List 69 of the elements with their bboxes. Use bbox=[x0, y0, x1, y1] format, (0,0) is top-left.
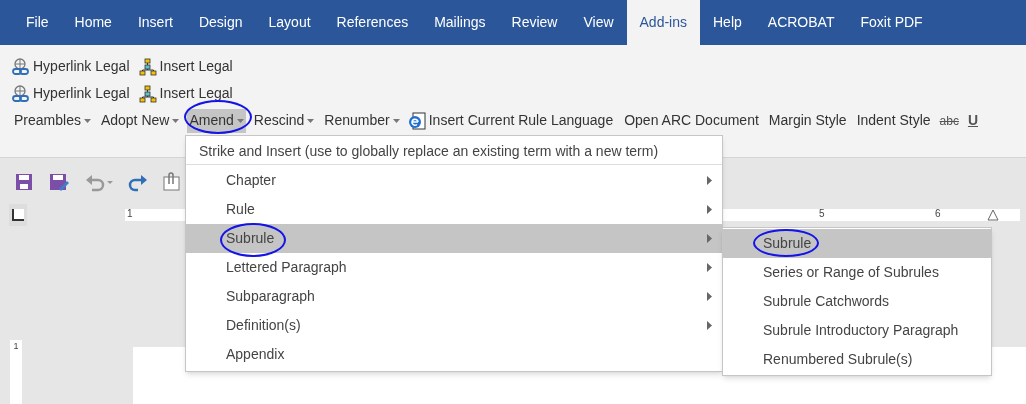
menu-item[interactable]: Appendix bbox=[186, 340, 722, 369]
dropdown-button[interactable]: Rescind bbox=[251, 108, 317, 133]
hierarchy-icon bbox=[138, 57, 157, 76]
ribbon-button[interactable]: Insert Current Rule Language bbox=[407, 108, 617, 133]
ribbon-tab[interactable]: File bbox=[13, 0, 62, 45]
caret-icon bbox=[236, 118, 244, 123]
ribbon-tab[interactable]: Add-ins bbox=[626, 0, 700, 45]
ribbon-tab[interactable]: Home bbox=[61, 0, 125, 45]
ribbon-tab[interactable]: ACROBAT bbox=[754, 0, 848, 45]
ribbon-tab[interactable]: Layout bbox=[255, 0, 324, 45]
menu-item[interactable]: Series or Range of Subrules bbox=[723, 258, 991, 287]
caret-icon bbox=[172, 118, 180, 123]
dropdown-button[interactable]: Preambles bbox=[12, 108, 93, 133]
annotation-circle bbox=[184, 100, 252, 134]
menu-item[interactable]: Subrule bbox=[723, 229, 991, 258]
dropdown-button[interactable]: Renumber bbox=[322, 108, 402, 133]
annotation-circle bbox=[220, 223, 286, 257]
menu-item[interactable]: Rule bbox=[186, 195, 722, 224]
underline-button[interactable]: U bbox=[965, 108, 981, 133]
attach-icon[interactable] bbox=[162, 172, 182, 192]
link-globe-icon bbox=[12, 84, 30, 103]
document-e-icon bbox=[407, 111, 426, 130]
submenu-arrow-icon bbox=[707, 321, 712, 330]
ribbon-tab[interactable]: Insert bbox=[124, 0, 186, 45]
ribbon-button[interactable]: Margin Style bbox=[766, 108, 849, 133]
menu-item[interactable]: Strike and Insert (use to globally replace an existing term with a new term) bbox=[186, 138, 722, 165]
ribbon-tab[interactable]: Design bbox=[185, 0, 256, 45]
ribbon-tab[interactable]: References bbox=[323, 0, 422, 45]
menu-item[interactable]: Definition(s) bbox=[186, 311, 722, 340]
caret-icon bbox=[307, 118, 315, 123]
ruler-number: 5 bbox=[819, 208, 825, 220]
ribbon-button[interactable]: Hyperlink Legal bbox=[12, 81, 133, 106]
ribbon-tab[interactable]: Review bbox=[498, 0, 571, 45]
menu-item[interactable]: Subrule Introductory Paragraph bbox=[723, 316, 991, 345]
ruler-number: 6 bbox=[935, 208, 941, 220]
dropdown-button[interactable]: Adopt New bbox=[98, 108, 182, 133]
ribbon-button[interactable]: Hyperlink Legal bbox=[12, 54, 133, 79]
menu-item[interactable]: Chapter bbox=[186, 166, 722, 195]
save-icon[interactable] bbox=[14, 172, 34, 192]
annotation-circle bbox=[753, 229, 819, 257]
ruler-number: 1 bbox=[127, 208, 133, 220]
tab-selector-icon[interactable] bbox=[12, 209, 24, 221]
submenu-arrow-icon bbox=[707, 292, 712, 301]
ribbon-button[interactable]: Open ARC Document bbox=[622, 108, 761, 133]
menu-item[interactable]: Subrule Catchwords bbox=[723, 287, 991, 316]
caret-icon bbox=[392, 118, 400, 123]
submenu-arrow-icon bbox=[707, 176, 712, 185]
ribbon-tab[interactable]: Foxit PDF bbox=[847, 0, 936, 45]
menu-item[interactable]: Subparagraph bbox=[186, 282, 722, 311]
ribbon-tab[interactable]: Mailings bbox=[421, 0, 499, 45]
caret-icon bbox=[83, 118, 91, 123]
ribbon-button[interactable]: Insert Legal bbox=[138, 54, 236, 79]
ruler-number: 1 bbox=[13, 340, 19, 353]
ribbon-button[interactable]: Insert Legal bbox=[138, 81, 236, 106]
ribbon-tab[interactable]: Help bbox=[700, 0, 755, 45]
menu-item[interactable]: Renumbered Subrule(s) bbox=[723, 345, 991, 374]
submenu-arrow-icon bbox=[707, 263, 712, 272]
hierarchy-icon bbox=[138, 84, 157, 103]
submenu-arrow-icon bbox=[707, 205, 712, 214]
submenu-arrow-icon bbox=[707, 234, 712, 243]
menu-item[interactable]: Subrule bbox=[186, 224, 722, 253]
menu-item[interactable]: Lettered Paragraph bbox=[186, 253, 722, 282]
ribbon-button[interactable]: Indent Style bbox=[854, 108, 933, 133]
dropdown-button[interactable]: Amend bbox=[187, 108, 246, 133]
ribbon-tab[interactable]: View bbox=[570, 0, 627, 45]
redo-icon[interactable] bbox=[128, 172, 148, 192]
link-globe-icon bbox=[12, 57, 30, 76]
save-as-icon[interactable] bbox=[48, 172, 70, 192]
strikethrough-button[interactable]: abc bbox=[938, 108, 960, 133]
